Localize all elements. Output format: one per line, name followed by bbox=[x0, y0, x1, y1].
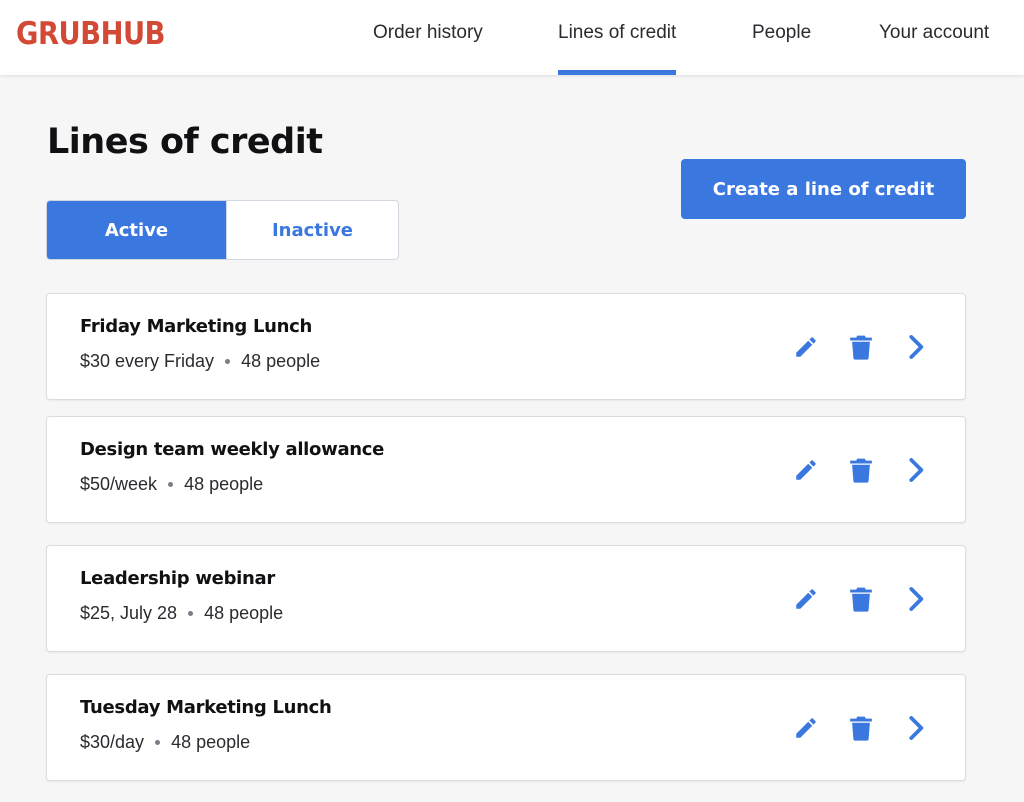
chevron-right-icon[interactable] bbox=[901, 713, 931, 743]
credit-details: $25, July 28 48 people bbox=[80, 603, 283, 624]
credit-people: 48 people bbox=[241, 351, 321, 371]
tab-inactive[interactable]: Inactive bbox=[226, 201, 398, 259]
separator-dot bbox=[188, 611, 194, 616]
trash-icon[interactable] bbox=[846, 713, 876, 743]
separator-dot bbox=[168, 482, 174, 487]
status-tabs: Active Inactive bbox=[46, 200, 399, 260]
credit-actions bbox=[766, 294, 931, 399]
nav-lines-of-credit[interactable]: Lines of credit bbox=[558, 0, 677, 75]
credit-amount: $50/week bbox=[80, 474, 158, 494]
credit-card[interactable]: Friday Marketing Lunch $30 every Friday … bbox=[46, 293, 966, 400]
credit-name: Leadership webinar bbox=[80, 568, 275, 589]
credit-card[interactable]: Leadership webinar $25, July 28 48 peopl… bbox=[46, 545, 966, 652]
credit-people: 48 people bbox=[184, 474, 264, 494]
credit-card[interactable]: Tuesday Marketing Lunch $30/day 48 peopl… bbox=[46, 674, 966, 781]
separator-dot bbox=[155, 740, 161, 745]
credit-people: 48 people bbox=[204, 603, 284, 623]
credit-amount: $25, July 28 bbox=[80, 603, 178, 623]
credit-card[interactable]: Design team weekly allowance $50/week 48… bbox=[46, 416, 966, 523]
pencil-icon[interactable] bbox=[791, 455, 821, 485]
credit-actions bbox=[766, 675, 931, 780]
nav-people[interactable]: People bbox=[752, 0, 811, 75]
trash-icon[interactable] bbox=[846, 584, 876, 614]
tab-active[interactable]: Active bbox=[47, 201, 226, 259]
credit-name: Friday Marketing Lunch bbox=[80, 316, 313, 337]
page-title: Lines of credit bbox=[47, 122, 323, 162]
credit-details: $30 every Friday 48 people bbox=[80, 351, 320, 372]
top-navigation: GRUBHUB Order history Lines of credit Pe… bbox=[0, 0, 1024, 75]
credit-name: Tuesday Marketing Lunch bbox=[80, 697, 332, 718]
credit-actions bbox=[766, 546, 931, 651]
credit-actions bbox=[766, 417, 931, 522]
chevron-right-icon[interactable] bbox=[901, 455, 931, 485]
credit-people: 48 people bbox=[171, 732, 251, 752]
credit-name: Design team weekly allowance bbox=[80, 439, 385, 460]
create-line-of-credit-button[interactable]: Create a line of credit bbox=[681, 159, 966, 219]
credit-amount: $30 every Friday bbox=[80, 351, 215, 371]
trash-icon[interactable] bbox=[846, 455, 876, 485]
chevron-right-icon[interactable] bbox=[901, 332, 931, 362]
nav-order-history[interactable]: Order history bbox=[373, 0, 483, 75]
separator-dot bbox=[225, 359, 231, 364]
trash-icon[interactable] bbox=[846, 332, 876, 362]
chevron-right-icon[interactable] bbox=[901, 584, 931, 614]
pencil-icon[interactable] bbox=[791, 713, 821, 743]
pencil-icon[interactable] bbox=[791, 332, 821, 362]
credit-amount: $30/day bbox=[80, 732, 145, 752]
nav-your-account[interactable]: Your account bbox=[879, 0, 989, 75]
grubhub-logo[interactable]: GRUBHUB bbox=[16, 14, 165, 54]
credit-details: $50/week 48 people bbox=[80, 474, 263, 495]
credit-details: $30/day 48 people bbox=[80, 732, 250, 753]
pencil-icon[interactable] bbox=[791, 584, 821, 614]
